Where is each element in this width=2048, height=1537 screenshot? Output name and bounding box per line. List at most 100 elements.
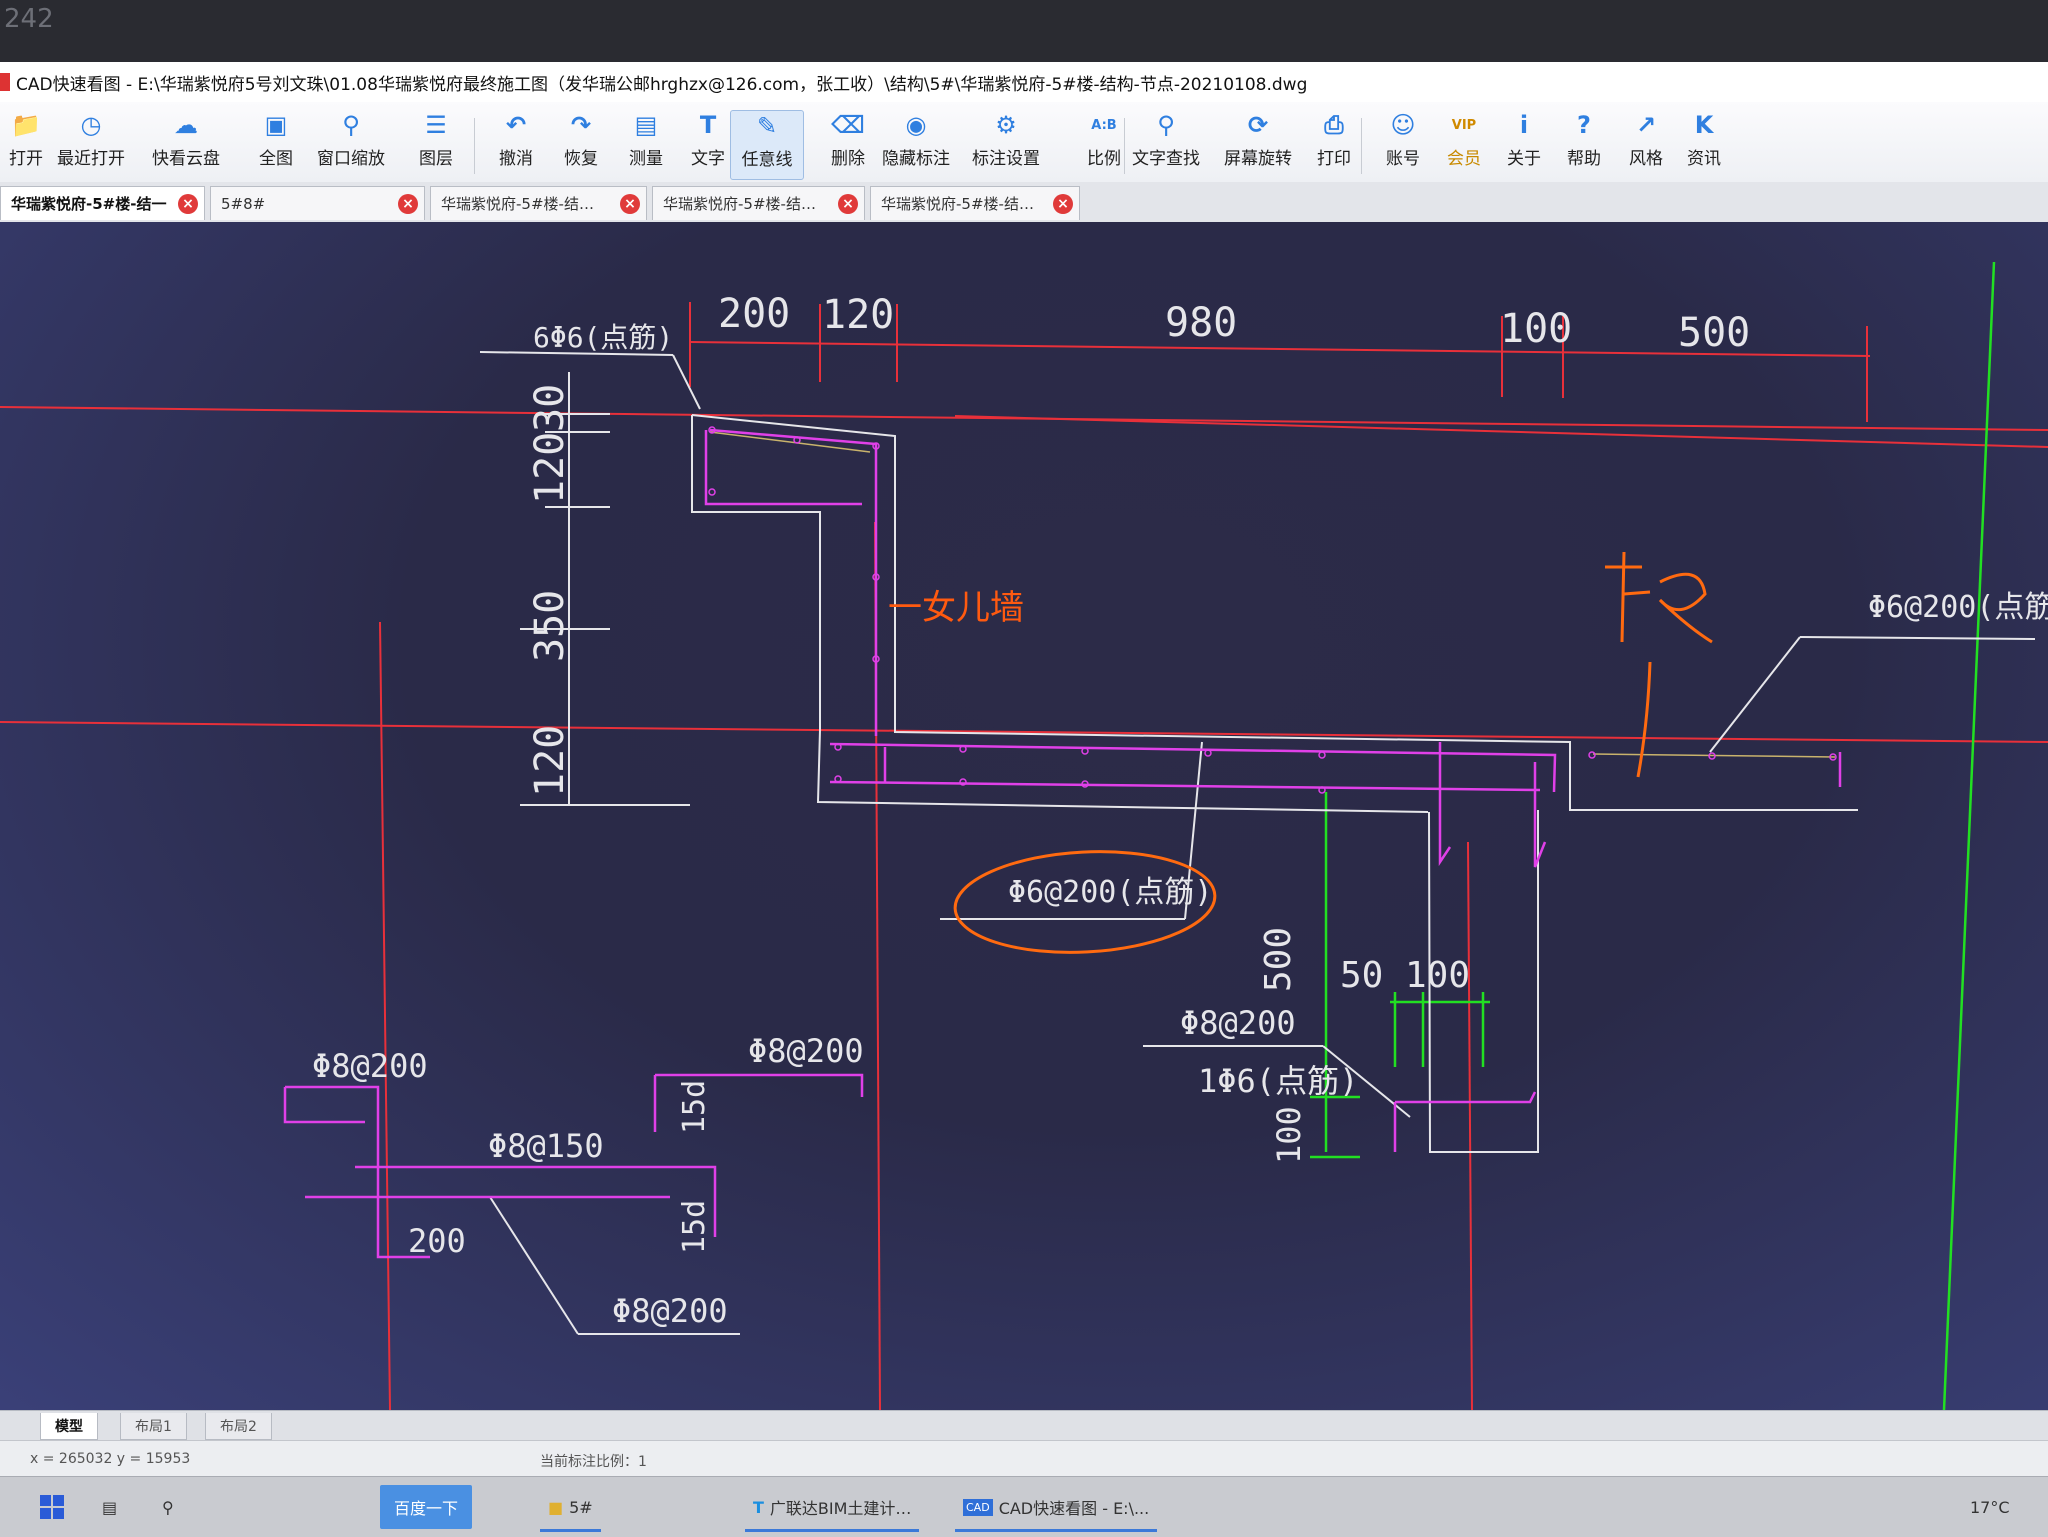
document-tab[interactable]: 华瑞紫悦府-5#楼-结… × bbox=[870, 186, 1080, 220]
toolbar-label: 隐藏标注 bbox=[882, 149, 950, 169]
dim-120: 120 bbox=[822, 292, 894, 338]
search-icon[interactable]: ⚲ bbox=[162, 1485, 174, 1529]
ruler-icon: ▤ bbox=[634, 111, 658, 139]
tab-label: 华瑞紫悦府-5#楼-结… bbox=[881, 195, 1034, 213]
label-phi8-150: Φ8@150 bbox=[488, 1127, 604, 1165]
dim-left-120: 120 bbox=[527, 432, 573, 504]
dim-left-120b: 120 bbox=[527, 725, 573, 797]
style-icon: ↗ bbox=[1635, 111, 1657, 139]
close-tab-icon[interactable]: × bbox=[838, 194, 858, 214]
document-tabs: 华瑞紫悦府-5#楼-结一 × 5#8# × 华瑞紫悦府-5#楼-结… × 华瑞紫悦府-5#楼… bbox=[0, 182, 2048, 223]
taskbar-app-5[interactable]: ■ 5# bbox=[540, 1485, 601, 1532]
toolbar-print-button[interactable]: ⎙ 打印 bbox=[1298, 110, 1370, 178]
label-phi8-200-a: Φ8@200 bbox=[312, 1047, 428, 1085]
toolbar-erase-button[interactable]: ⌫ 删除 bbox=[812, 110, 884, 178]
toolbar-label: 账号 bbox=[1386, 149, 1420, 169]
document-tab[interactable]: 5#8# × bbox=[210, 186, 425, 220]
app-logo-icon bbox=[0, 73, 10, 91]
document-tab[interactable]: 华瑞紫悦府-5#楼-结… × bbox=[430, 186, 647, 220]
fullscreen-icon: ▣ bbox=[264, 111, 288, 139]
toolbar-label: 图层 bbox=[419, 149, 453, 169]
dim-500-lower: 500 bbox=[1258, 927, 1299, 992]
dim-500: 500 bbox=[1678, 310, 1750, 356]
toolbar-hidemark-button[interactable]: ◉ 隐藏标注 bbox=[880, 110, 952, 178]
pen-icon: ✎ bbox=[756, 112, 778, 140]
toolbar-recent-button[interactable]: ◷ 最近打开 bbox=[55, 110, 127, 178]
start-button[interactable] bbox=[40, 1485, 64, 1529]
red-reference-line bbox=[379, 621, 391, 1410]
green-grid-line bbox=[1942, 261, 1996, 1410]
dim-100: 100 bbox=[1500, 306, 1572, 352]
label-15d-b: 15d bbox=[677, 1200, 712, 1254]
toolbar-label: 文字查找 bbox=[1132, 149, 1200, 169]
label-phi8-200-b: Φ8@200 bbox=[748, 1032, 864, 1070]
close-tab-icon[interactable]: × bbox=[178, 194, 198, 214]
toolbar-label: 帮助 bbox=[1567, 149, 1601, 169]
toolbar-label: 标注设置 bbox=[972, 149, 1040, 169]
dim-50: 50 bbox=[1340, 955, 1383, 996]
rebar-line bbox=[709, 428, 878, 736]
toolbar-label: 关于 bbox=[1507, 149, 1541, 169]
toolbar-separator bbox=[1361, 118, 1362, 174]
toolbar-label: 快看云盘 bbox=[152, 149, 220, 169]
layout-tab[interactable]: 模型 bbox=[40, 1413, 98, 1440]
close-tab-icon[interactable]: × bbox=[620, 194, 640, 214]
glodon-icon: T bbox=[753, 1497, 764, 1517]
toolbar-zoomwin-button[interactable]: ⚲ 窗口缩放 bbox=[315, 110, 387, 178]
weather-temp: 17°C bbox=[1970, 1497, 2010, 1517]
layout-tab[interactable]: 布局1 bbox=[120, 1413, 187, 1440]
toolbar-label: 风格 bbox=[1629, 149, 1663, 169]
taskbar-app-cad[interactable]: CAD CAD快速看图 - E:\... bbox=[955, 1485, 1158, 1532]
status-bar: x = 265032 y = 15953 当前标注比例：1 bbox=[0, 1440, 2048, 1477]
taskbar-app-glodon[interactable]: T 广联达BIM土建计… bbox=[745, 1485, 920, 1532]
toolbar-news-button[interactable]: K 资讯 bbox=[1668, 110, 1740, 178]
toolbar-label: 最近打开 bbox=[57, 149, 125, 169]
toolbar-label: 打印 bbox=[1317, 149, 1351, 169]
title-bar: CAD快速看图 - E:\华瑞紫悦府5号刘文珠\01.08华瑞紫悦府最终施工图（… bbox=[0, 62, 2048, 103]
layout-tabs: 模型 布局1 布局2 bbox=[0, 1410, 2048, 1441]
layout-tab[interactable]: 布局2 bbox=[205, 1413, 272, 1440]
close-tab-icon[interactable]: × bbox=[398, 194, 418, 214]
find-text-icon: ⚲ bbox=[1157, 111, 1175, 139]
red-reference-line bbox=[1467, 841, 1473, 1410]
toolbar-label: 会员 bbox=[1447, 149, 1481, 169]
toolbar-separator bbox=[474, 118, 475, 174]
toolbar-label: 资讯 bbox=[1687, 149, 1721, 169]
toolbar-rotate-button[interactable]: ⟳ 屏幕旋转 bbox=[1222, 110, 1294, 178]
toolbar-marksettings-button[interactable]: ⚙ 标注设置 bbox=[970, 110, 1042, 178]
mark-settings-icon: ⚙ bbox=[995, 111, 1017, 139]
tab-label: 5#8# bbox=[221, 194, 266, 213]
task-view-icon[interactable]: ▤ bbox=[102, 1485, 117, 1529]
document-tab[interactable]: 华瑞紫悦府-5#楼-结一 × bbox=[0, 186, 205, 220]
drawing-canvas[interactable]: 200 120 980 100 500 30 120 350 120 6Φ6(点… bbox=[0, 222, 2048, 1410]
toolbar-layers-button[interactable]: ☰ 图层 bbox=[400, 110, 472, 178]
toolbar-label: 恢复 bbox=[564, 149, 598, 169]
label-200-small: 200 bbox=[408, 1222, 466, 1260]
clock-icon: ◷ bbox=[80, 111, 102, 139]
dim-left-350: 350 bbox=[527, 590, 573, 662]
dim-left-30: 30 bbox=[527, 384, 573, 432]
baidu-search-button[interactable]: 百度一下 bbox=[380, 1485, 473, 1529]
close-tab-icon[interactable]: × bbox=[1053, 194, 1073, 214]
toolbar-cloud-button[interactable]: ☁ 快看云盘 bbox=[150, 110, 222, 178]
toolbar-freeline-button[interactable]: ✎ 任意线 bbox=[730, 110, 804, 180]
toolbar-label: 屏幕旋转 bbox=[1224, 149, 1292, 169]
annotation-scale-text: 当前标注比例：1 bbox=[540, 1454, 647, 1470]
toolbar-redo-button[interactable]: ↷ 恢复 bbox=[545, 110, 617, 178]
eye-hide-icon: ◉ bbox=[905, 111, 927, 139]
toolbar-fullview-button[interactable]: ▣ 全图 bbox=[240, 110, 312, 178]
label-phi6-200-circled: Φ6@200(点筋) bbox=[1008, 875, 1213, 910]
layers-icon: ☰ bbox=[425, 111, 447, 139]
tab-label: 华瑞紫悦府-5#楼-结一 bbox=[11, 195, 167, 213]
eraser-icon: ⌫ bbox=[831, 111, 865, 139]
toolbar-undo-button[interactable]: ↶ 撤消 bbox=[480, 110, 552, 178]
toolbar-label: 全图 bbox=[259, 149, 293, 169]
label-6phi6: 6Φ6(点筋) bbox=[533, 321, 673, 354]
news-icon: K bbox=[1694, 111, 1714, 139]
document-tab[interactable]: 华瑞紫悦府-5#楼-结… × bbox=[652, 186, 865, 220]
toolbar-findtext-button[interactable]: ⚲ 文字查找 bbox=[1130, 110, 1202, 178]
printer-icon: ⎙ bbox=[1324, 111, 1344, 139]
toolbar-open-button[interactable]: 📁 打开 bbox=[0, 110, 62, 178]
help-icon: ? bbox=[1577, 111, 1591, 139]
cad-drawing: 200 120 980 100 500 30 120 350 120 6Φ6(点… bbox=[0, 261, 2048, 1410]
